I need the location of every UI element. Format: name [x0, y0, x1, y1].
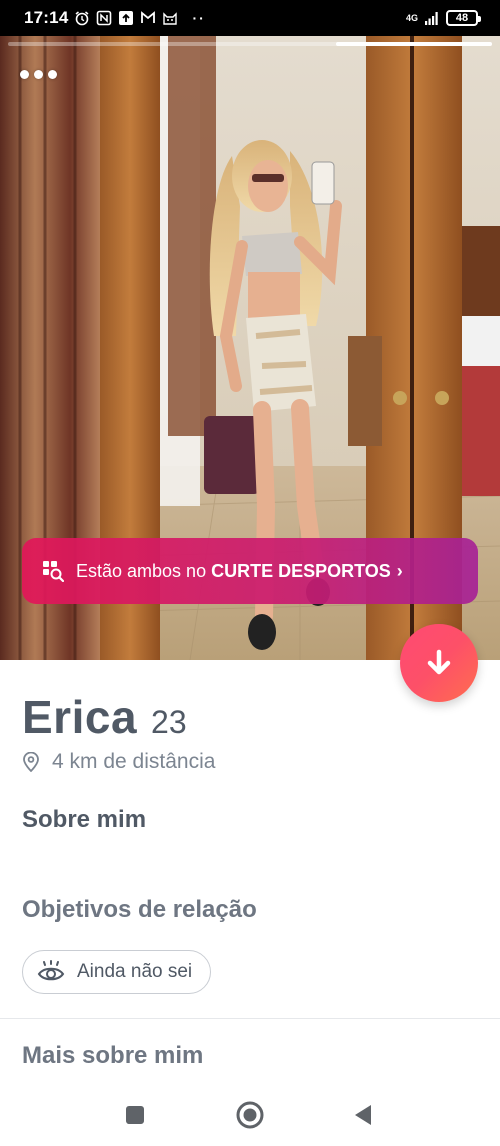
more-dot-icon — [34, 69, 43, 79]
cat-icon — [162, 10, 178, 26]
shared-interest-name: CURTE DESPORTOS — [211, 560, 391, 581]
recent-apps-icon — [126, 1106, 144, 1124]
eye-icon — [37, 960, 65, 984]
relationship-goal-text: Ainda não sei — [77, 961, 193, 982]
status-notification-icons — [74, 10, 178, 26]
nfc-icon — [96, 10, 112, 26]
profile-age: 23 — [151, 704, 187, 740]
profile-name: Erica — [22, 691, 138, 743]
status-overflow-dots: ·· — [192, 10, 206, 26]
location-pin-icon — [22, 752, 40, 772]
shared-interest-text: Estão ambos no CURTE DESPORTOS — [76, 561, 391, 582]
more-options-button[interactable] — [20, 62, 70, 86]
network-label: 4G — [405, 12, 418, 23]
chevron-right-icon: › — [396, 560, 403, 581]
system-nav-bar — [0, 1084, 500, 1146]
more-dot-icon — [48, 69, 57, 79]
battery-icon: 48 — [446, 10, 481, 26]
back-button[interactable] — [346, 1098, 380, 1132]
gmail-icon — [140, 10, 156, 26]
back-icon — [355, 1105, 371, 1125]
home-button[interactable] — [233, 1098, 267, 1132]
status-right-group: 4G 48 — [405, 10, 481, 26]
relationship-goals-heading: Objetivos de relação — [22, 896, 257, 923]
home-icon — [236, 1101, 264, 1129]
status-bar: 17:14 ·· 4G 48 — [0, 0, 500, 36]
photo-progress-indicator — [336, 42, 492, 46]
distance-row: 4 km de distância — [22, 750, 215, 774]
shared-interest-prefix: Estão ambos no — [76, 560, 207, 581]
status-time: 17:14 — [24, 8, 69, 27]
more-about-me-heading: Mais sobre mim — [22, 1042, 204, 1069]
alarm-icon — [74, 10, 90, 26]
recent-apps-button[interactable] — [118, 1098, 152, 1132]
relationship-goal-chip: Ainda não sei — [22, 950, 212, 994]
more-dot-icon — [20, 69, 29, 79]
signal-icon — [424, 10, 440, 26]
arrow-down-icon — [427, 649, 451, 675]
distance-text: 4 km de distância — [52, 750, 216, 773]
section-divider — [0, 1018, 500, 1019]
upload-icon — [118, 10, 134, 26]
profile-header: Erica 23 — [22, 690, 187, 744]
profile-photo[interactable]: Estão ambos no CURTE DESPORTOS › — [0, 36, 500, 660]
about-me-heading: Sobre mim — [22, 806, 147, 833]
battery-level: 48 — [455, 12, 469, 24]
collapse-profile-button[interactable] — [400, 624, 478, 702]
search-grid-icon — [42, 560, 64, 582]
shared-interest-banner[interactable]: Estão ambos no CURTE DESPORTOS › — [22, 538, 478, 604]
